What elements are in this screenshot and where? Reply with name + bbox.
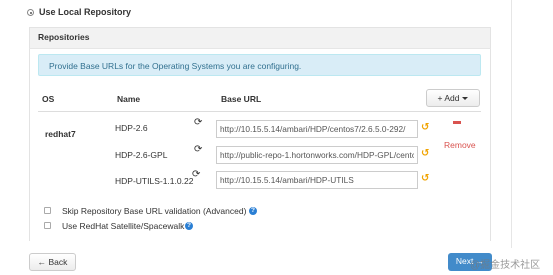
caret-down-icon xyxy=(462,97,469,100)
watermark-text: @掘金技术社区 xyxy=(470,260,541,271)
refresh-icon[interactable]: ⟳ xyxy=(194,145,202,155)
repositories-panel-header xyxy=(29,27,491,49)
repo-name-hdp-utils: HDP-UTILS-1.1.0.22 xyxy=(115,176,194,186)
base-url-input-hdp[interactable] xyxy=(216,120,418,138)
base-url-input-hdp-utils[interactable] xyxy=(216,171,418,189)
undo-icon[interactable]: ↺ xyxy=(421,149,429,159)
use-local-repository-radio[interactable] xyxy=(27,9,34,16)
redhat-satellite-label: Use RedHat Satellite/Spacewalk xyxy=(62,221,185,231)
redhat-satellite-checkbox[interactable] xyxy=(44,222,51,229)
refresh-icon[interactable]: ⟳ xyxy=(192,170,200,180)
skip-validation-checkbox[interactable] xyxy=(44,207,51,214)
question-circle-icon[interactable]: ? xyxy=(185,222,193,230)
add-os-button-label: + Add xyxy=(437,93,460,103)
undo-icon[interactable]: ↺ xyxy=(421,123,429,133)
table-header-divider xyxy=(38,111,481,112)
skip-validation-label: Skip Repository Base URL validation (Adv… xyxy=(62,206,247,216)
repositories-panel-title: Repositories xyxy=(38,32,90,42)
base-url-input-hdp-gpl[interactable] xyxy=(216,146,418,164)
minus-icon[interactable] xyxy=(453,121,461,124)
question-circle-icon[interactable]: ? xyxy=(249,207,257,215)
column-header-base-url: Base URL xyxy=(221,94,262,104)
back-button[interactable]: ← Back xyxy=(29,253,76,271)
os-name: redhat7 xyxy=(45,129,76,139)
use-local-repository-label: Use Local Repository xyxy=(39,7,132,17)
info-alert: Provide Base URLs for the Operating Syst… xyxy=(38,54,481,76)
repo-name-hdp: HDP-2.6 xyxy=(115,123,148,133)
remove-os-link[interactable]: Remove xyxy=(444,140,476,150)
add-os-button[interactable]: + Add xyxy=(426,89,480,107)
page-border-line xyxy=(511,0,512,248)
repo-name-hdp-gpl: HDP-2.6-GPL xyxy=(115,150,168,160)
column-header-os: OS xyxy=(42,94,55,104)
refresh-icon[interactable]: ⟳ xyxy=(194,118,202,128)
column-header-name: Name xyxy=(117,94,141,104)
undo-icon[interactable]: ↺ xyxy=(421,174,429,184)
